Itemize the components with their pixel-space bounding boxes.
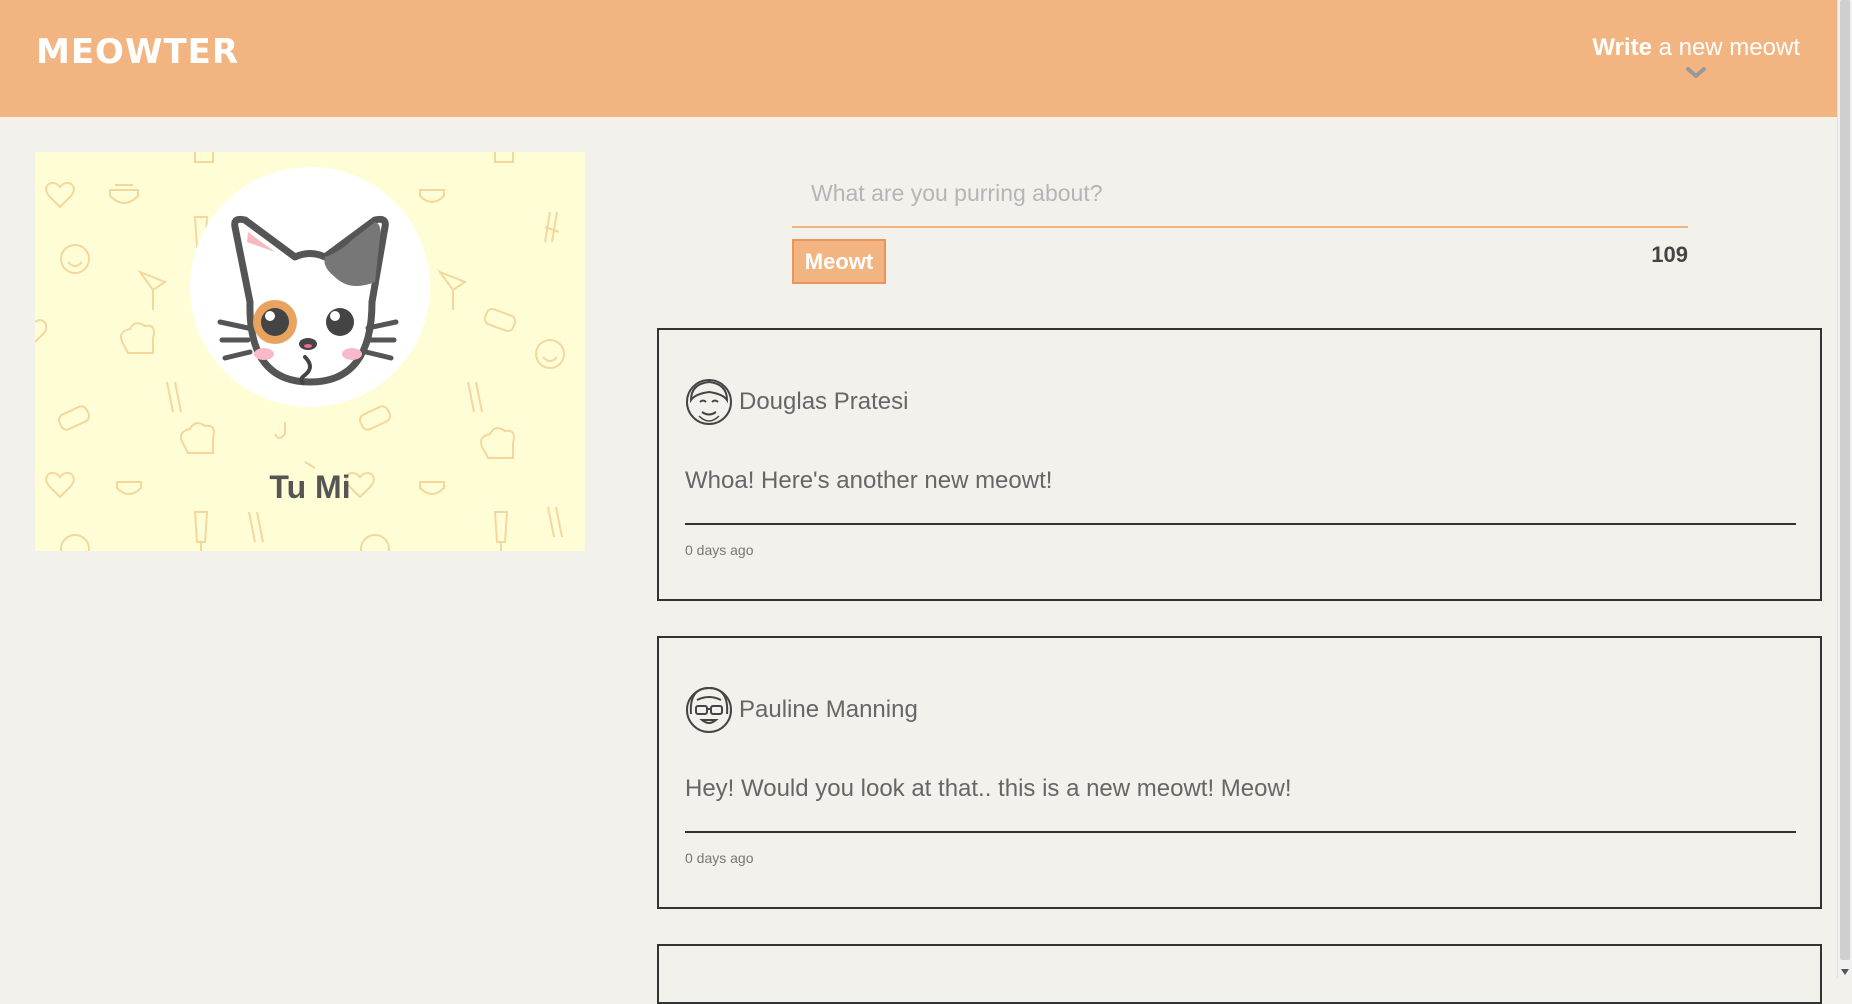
card-divider: [685, 831, 1796, 833]
scroll-down-arrow-icon[interactable]: [1841, 969, 1849, 975]
chevron-down-icon: [1686, 67, 1707, 78]
meowt-timestamp: 0 days ago: [685, 850, 754, 866]
meowt-timestamp: 0 days ago: [685, 542, 754, 558]
scrollbar-thumb[interactable]: [1840, 0, 1850, 960]
profile-card: Tu Mi: [35, 152, 585, 551]
cat-avatar-icon: [217, 215, 399, 386]
app-logo[interactable]: MEOWTER: [36, 32, 239, 72]
write-new-meowt-toggle[interactable]: Write a new meowt: [1592, 34, 1800, 82]
meowt-card: Pauline Manning Hey! Would you look at t…: [657, 636, 1822, 909]
meowt-input[interactable]: [792, 160, 1688, 228]
meowt-card: [657, 944, 1822, 1004]
author-name[interactable]: Pauline Manning: [739, 696, 918, 724]
meowt-text: Whoa! Here's another new meowt!: [685, 467, 1053, 494]
author-name[interactable]: Douglas Pratesi: [739, 388, 908, 416]
profile-name: Tu Mi: [269, 469, 351, 505]
meowt-author: Douglas Pratesi: [685, 376, 908, 428]
card-divider: [685, 523, 1796, 525]
write-label-bold: Write: [1592, 34, 1652, 61]
character-counter: 109: [1651, 242, 1688, 267]
man-avatar-icon: [686, 379, 732, 425]
top-header: MEOWTER Write a new meowt: [0, 0, 1838, 117]
meowt-author: Pauline Manning: [685, 684, 918, 736]
write-label-rest: a new meowt: [1651, 34, 1800, 61]
meowt-text: Hey! Would you look at that.. this is a …: [685, 775, 1292, 802]
meowt-submit-button[interactable]: Meowt: [792, 239, 886, 284]
page-scrollbar[interactable]: [1837, 0, 1852, 978]
meowt-card: Douglas Pratesi Whoa! Here's another new…: [657, 328, 1822, 601]
woman-glasses-avatar-icon: [686, 686, 732, 733]
